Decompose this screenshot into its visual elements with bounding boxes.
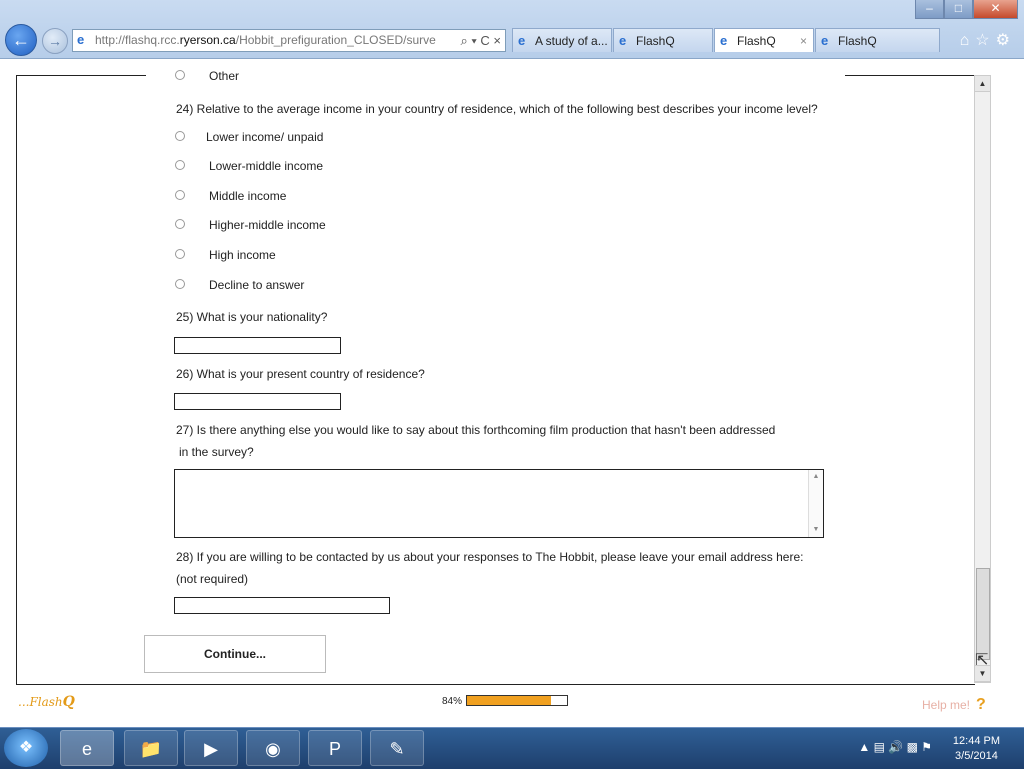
- tab-flashq-3[interactable]: e FlashQ: [815, 28, 940, 52]
- logo-q: Q: [62, 694, 75, 710]
- radio-button[interactable]: [175, 131, 185, 141]
- logo-text: ...Flash: [18, 695, 63, 709]
- page-scrollbar[interactable]: ▲ ▼: [974, 75, 991, 683]
- windows-taskbar: ❖ e 📁 ▶ ◉ P ✎ ▲ ▤ 🔊 ▩ ⚑ 12:44 PM 3/5/201…: [0, 727, 1024, 769]
- ie-tab-icon: e: [821, 33, 829, 48]
- start-button[interactable]: ❖: [4, 729, 48, 767]
- scroll-up-icon[interactable]: ▲: [975, 76, 990, 92]
- ie-page-icon: e: [77, 32, 85, 47]
- address-tools-icons[interactable]: ⌕ ▾ C ×: [456, 30, 501, 51]
- maximize-button[interactable]: □: [944, 0, 973, 19]
- flashq-logo: ...FlashQ: [18, 694, 75, 710]
- radio-button[interactable]: [175, 70, 185, 80]
- survey-footer: ...FlashQ 84% Help me!?: [0, 686, 1024, 726]
- textarea-scroll-down-icon[interactable]: ▼: [809, 523, 823, 537]
- forward-button[interactable]: →: [42, 28, 68, 54]
- question-28-note: (not required): [176, 572, 249, 586]
- system-tray-icons[interactable]: ▲ ▤ 🔊 ▩ ⚑: [858, 740, 932, 754]
- email-input[interactable]: [174, 597, 390, 614]
- option-label: Middle income: [209, 189, 287, 203]
- clock-time: 12:44 PM: [952, 735, 1000, 747]
- option-label: High income: [209, 248, 276, 262]
- address-domain: ryerson.ca: [179, 33, 236, 47]
- internet-explorer-taskbar-icon[interactable]: e: [60, 730, 114, 766]
- help-label: Help me!: [922, 698, 971, 712]
- address-bar[interactable]: e http://flashq.rcc.ryerson.ca/Hobbit_pre…: [72, 29, 506, 52]
- minimize-button[interactable]: –: [915, 0, 944, 19]
- window-controls: – □ ✕: [915, 0, 1018, 20]
- comments-textarea[interactable]: ▲ ▼: [174, 469, 824, 538]
- mouse-cursor-icon: ⇱: [975, 652, 989, 669]
- clock-date: 3/5/2014: [955, 750, 998, 762]
- close-tab-icon[interactable]: ×: [800, 29, 807, 52]
- scroll-thumb[interactable]: [976, 568, 990, 660]
- tab-label: FlashQ: [838, 34, 877, 48]
- tab-label: FlashQ: [636, 34, 675, 48]
- tab-study[interactable]: e A study of a...: [512, 28, 612, 52]
- system-clock[interactable]: 12:44 PM 3/5/2014: [953, 734, 1000, 764]
- progress-bar: [466, 695, 568, 706]
- radio-button[interactable]: [175, 249, 185, 259]
- back-button[interactable]: ←: [5, 24, 37, 56]
- option-label: Higher-middle income: [209, 218, 326, 232]
- help-link[interactable]: Help me!?: [922, 696, 986, 714]
- help-question-icon: ?: [976, 696, 986, 713]
- ie-tab-icon: e: [518, 33, 526, 48]
- media-player-taskbar-icon[interactable]: ▶: [184, 730, 238, 766]
- radio-button[interactable]: [175, 279, 185, 289]
- radio-button[interactable]: [175, 160, 185, 170]
- address-prefix: http://flashq.rcc.: [95, 33, 180, 47]
- progress-bar-fill: [467, 696, 551, 705]
- powerpoint-taskbar-icon[interactable]: P: [308, 730, 362, 766]
- option-label: Other: [209, 69, 240, 83]
- option-label: Decline to answer: [209, 278, 305, 292]
- address-path: /Hobbit_prefiguration_CLOSED/surve: [235, 33, 436, 47]
- tab-label: A study of a...: [535, 34, 608, 48]
- textarea-scroll-up-icon[interactable]: ▲: [809, 470, 823, 484]
- question-26: 26) What is your present country of resi…: [176, 367, 425, 381]
- nationality-input[interactable]: [174, 337, 341, 354]
- question-27-continued: in the survey?: [179, 445, 254, 459]
- radio-button[interactable]: [175, 219, 185, 229]
- radio-button[interactable]: [175, 190, 185, 200]
- tab-flashq-active[interactable]: e FlashQ ×: [714, 28, 814, 52]
- textarea-scrollbar[interactable]: ▲ ▼: [808, 470, 823, 537]
- notes-taskbar-icon[interactable]: ✎: [370, 730, 424, 766]
- option-label: Lower income/ unpaid: [206, 130, 324, 144]
- question-25: 25) What is your nationality?: [176, 310, 328, 324]
- home-favorites-settings-icons[interactable]: ⌂☆⚙: [960, 30, 1016, 50]
- progress-percent: 84%: [442, 696, 463, 707]
- browser-chrome: – □ ✕ ← → e http://flashq.rcc.ryerson.ca/…: [0, 0, 1024, 59]
- question-24: 24) Relative to the average income in yo…: [176, 102, 818, 116]
- ie-tab-icon: e: [720, 33, 728, 48]
- question-27: 27) Is there anything else you would lik…: [176, 423, 776, 437]
- chrome-taskbar-icon[interactable]: ◉: [246, 730, 300, 766]
- question-28: 28) If you are willing to be contacted b…: [176, 550, 804, 564]
- survey-frame: [16, 75, 975, 685]
- country-of-residence-input[interactable]: [174, 393, 341, 410]
- continue-button[interactable]: Continue...: [144, 635, 326, 673]
- tab-label: FlashQ: [737, 34, 776, 48]
- option-label: Lower-middle income: [209, 159, 324, 173]
- close-window-button[interactable]: ✕: [973, 0, 1018, 19]
- ie-tab-icon: e: [619, 33, 627, 48]
- file-explorer-taskbar-icon[interactable]: 📁: [124, 730, 178, 766]
- tab-flashq-1[interactable]: e FlashQ: [613, 28, 713, 52]
